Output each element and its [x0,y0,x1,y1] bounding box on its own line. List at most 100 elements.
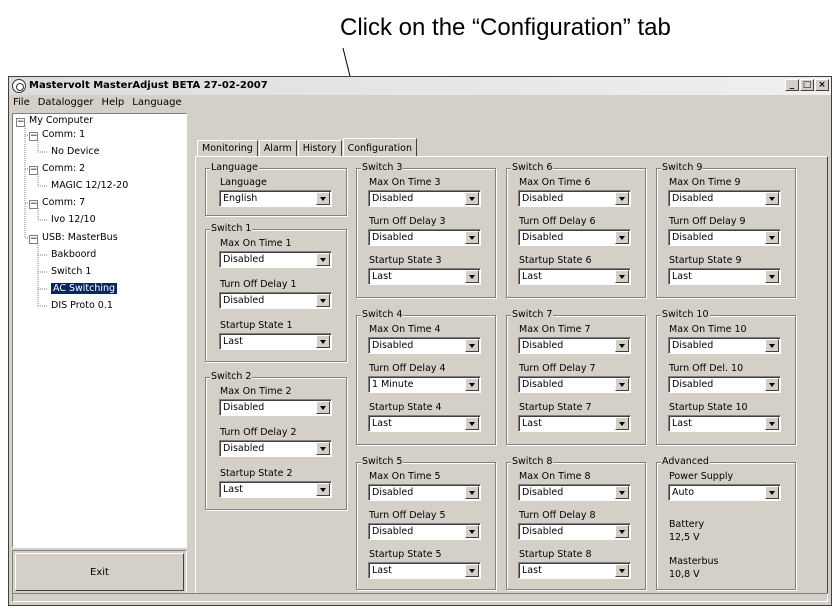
tree-node-no-device[interactable]: No Device [51,146,99,159]
close-button[interactable]: × [815,79,829,91]
tree-node-ivo[interactable]: Ivo 12/10 [51,214,96,227]
max-on-time-select[interactable]: Disabled [368,337,481,354]
startup-state-select[interactable]: Last [368,415,481,432]
dropdown-arrow-icon[interactable] [316,253,330,266]
tree-node-magic[interactable]: MAGIC 12/12-20 [51,180,128,193]
collapse-icon[interactable]: − [16,118,25,127]
dropdown-arrow-icon[interactable] [615,417,629,430]
turn-off-delay-select[interactable]: Disabled [368,229,481,246]
minimize-button[interactable]: _ [785,79,799,91]
dropdown-arrow-icon[interactable] [765,417,779,430]
max-on-time-select[interactable]: Disabled [668,337,781,354]
collapse-icon[interactable]: − [29,166,38,175]
dropdown-arrow-icon[interactable] [465,564,479,577]
tab-monitoring[interactable]: Monitoring [197,140,258,157]
tab-history[interactable]: History [297,140,342,157]
dropdown-arrow-icon[interactable] [465,486,479,499]
tree-node-dis-proto[interactable]: DIS Proto 0.1 [51,300,113,313]
select-value: Last [223,336,243,347]
dropdown-arrow-icon[interactable] [316,483,330,496]
dropdown-arrow-icon[interactable] [615,486,629,499]
max-on-time-select[interactable]: Disabled [368,484,481,501]
tab-alarm[interactable]: Alarm [258,140,297,157]
turn-off-delay-select[interactable]: 1 Minute [368,376,481,393]
tree-node-ac-switching[interactable]: AC Switching [51,283,118,296]
dropdown-arrow-icon[interactable] [465,417,479,430]
dropdown-arrow-icon[interactable] [615,339,629,352]
dropdown-arrow-icon[interactable] [316,294,330,307]
group-switch-5: Switch 5 Max On Time 5 Disabled Turn Off… [356,456,496,590]
max-on-time-select[interactable]: Disabled [518,484,631,501]
power-supply-select[interactable]: Auto [668,484,781,501]
collapse-icon[interactable]: − [29,200,38,209]
startup-state-select[interactable]: Last [368,268,481,285]
turn-off-delay-select[interactable]: Disabled [219,440,332,457]
dropdown-arrow-icon[interactable] [465,192,479,205]
turn-off-delay-select[interactable]: Disabled [368,523,481,540]
startup-state-select[interactable]: Last [219,333,332,350]
max-on-time-select[interactable]: Disabled [518,337,631,354]
menu-help[interactable]: Help [97,95,128,111]
startup-state-select[interactable]: Last [518,415,631,432]
startup-state-select[interactable]: Last [368,562,481,579]
dropdown-arrow-icon[interactable] [615,231,629,244]
dropdown-arrow-icon[interactable] [316,335,330,348]
dropdown-arrow-icon[interactable] [765,339,779,352]
turn-off-delay-select[interactable]: Disabled [219,292,332,309]
collapse-icon[interactable]: − [29,132,38,141]
dropdown-arrow-icon[interactable] [465,339,479,352]
dropdown-arrow-icon[interactable] [316,192,330,205]
tab-configuration[interactable]: Configuration [342,138,418,158]
device-tree[interactable]: − My Computer − Comm: 1 No Device − Comm: 2… [12,113,187,548]
group-switch-3: Switch 3 Max On Time 3 Disabled Turn Off… [356,162,496,298]
dropdown-arrow-icon[interactable] [465,378,479,391]
exit-button[interactable]: Exit [15,553,184,591]
dropdown-arrow-icon[interactable] [615,564,629,577]
startup-state-select[interactable]: Last [668,415,781,432]
dropdown-arrow-icon[interactable] [615,525,629,538]
maximize-button[interactable]: □ [800,79,814,91]
menu-language[interactable]: Language [128,95,185,111]
turn-off-delay-select[interactable]: Disabled [668,229,781,246]
dropdown-arrow-icon[interactable] [316,401,330,414]
turn-off-delay-select[interactable]: Disabled [668,376,781,393]
dropdown-arrow-icon[interactable] [615,270,629,283]
dropdown-arrow-icon[interactable] [765,378,779,391]
dropdown-arrow-icon[interactable] [615,378,629,391]
turn-off-delay-select[interactable]: Disabled [518,376,631,393]
dropdown-arrow-icon[interactable] [765,231,779,244]
startup-state-select[interactable]: Last [518,268,631,285]
tree-node-my-computer[interactable]: − My Computer [16,115,93,128]
startup-state-select[interactable]: Last [668,268,781,285]
collapse-icon[interactable]: − [29,235,38,244]
max-on-time-select[interactable]: Disabled [219,251,332,268]
dropdown-arrow-icon[interactable] [765,270,779,283]
tree-node-comm1[interactable]: − Comm: 1 [29,129,85,142]
tree-node-comm7[interactable]: − Comm: 7 [29,197,85,210]
dropdown-arrow-icon[interactable] [615,192,629,205]
menu-datalogger[interactable]: Datalogger [34,95,98,111]
startup-state-select[interactable]: Last [518,562,631,579]
menu-file[interactable]: File [9,95,34,111]
tree-node-bakboord[interactable]: Bakboord [51,249,96,262]
dropdown-arrow-icon[interactable] [316,442,330,455]
title-bar[interactable]: Mastervolt MasterAdjust BETA 27-02-2007 … [9,77,831,95]
dropdown-arrow-icon[interactable] [465,270,479,283]
dropdown-arrow-icon[interactable] [465,231,479,244]
dropdown-arrow-icon[interactable] [465,525,479,538]
tree-node-usb-masterbus[interactable]: − USB: MasterBus [29,232,118,245]
turn-off-delay-select[interactable]: Disabled [518,523,631,540]
tree-node-label: USB: MasterBus [42,232,118,243]
tree-node-switch1[interactable]: Switch 1 [51,266,91,279]
startup-state-select[interactable]: Last [219,481,332,498]
turn-off-delay-select[interactable]: Disabled [518,229,631,246]
max-on-time-select[interactable]: Disabled [219,399,332,416]
dropdown-arrow-icon[interactable] [765,486,779,499]
language-select[interactable]: English [219,190,332,207]
max-on-time-select[interactable]: Disabled [368,190,481,207]
max-on-time-select[interactable]: Disabled [518,190,631,207]
tree-node-comm2[interactable]: − Comm: 2 [29,163,85,176]
max-on-time-select[interactable]: Disabled [668,190,781,207]
dropdown-arrow-icon[interactable] [765,192,779,205]
select-value: Last [522,271,542,282]
